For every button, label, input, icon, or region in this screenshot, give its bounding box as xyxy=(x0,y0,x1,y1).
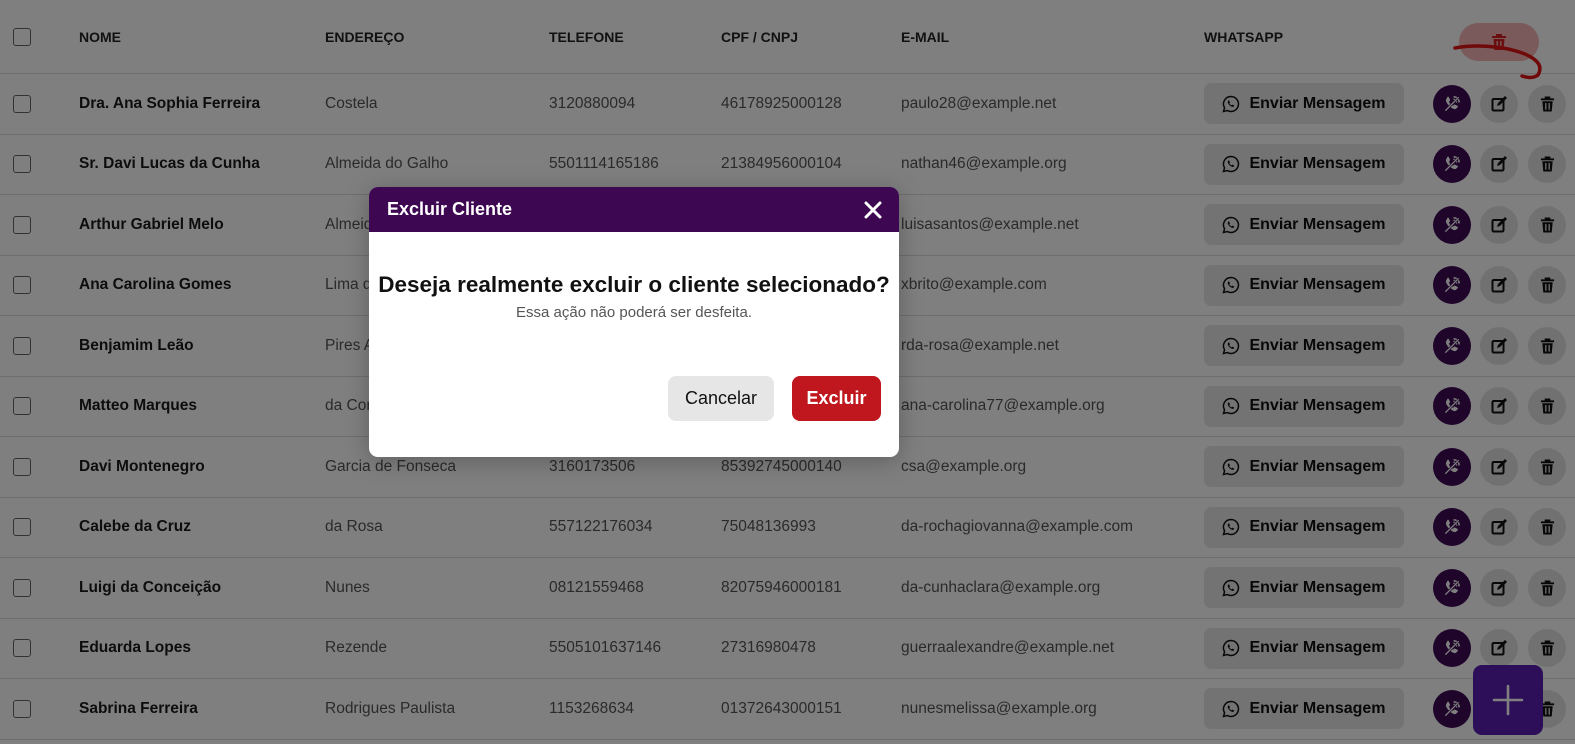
cancel-button[interactable]: Cancelar xyxy=(668,376,774,421)
dialog-subtitle: Essa ação não poderá ser desfeita. xyxy=(516,304,752,321)
dialog-actions: Cancelar Excluir xyxy=(668,376,881,421)
dialog-header: Excluir Cliente xyxy=(369,187,899,232)
close-button[interactable] xyxy=(861,198,885,222)
dialog-title: Excluir Cliente xyxy=(387,199,513,219)
delete-client-dialog: Excluir Cliente Deseja realmente excluir… xyxy=(369,187,899,457)
confirm-delete-button[interactable]: Excluir xyxy=(792,376,881,421)
close-icon xyxy=(864,201,882,218)
dialog-question: Deseja realmente excluir o cliente selec… xyxy=(378,272,890,297)
